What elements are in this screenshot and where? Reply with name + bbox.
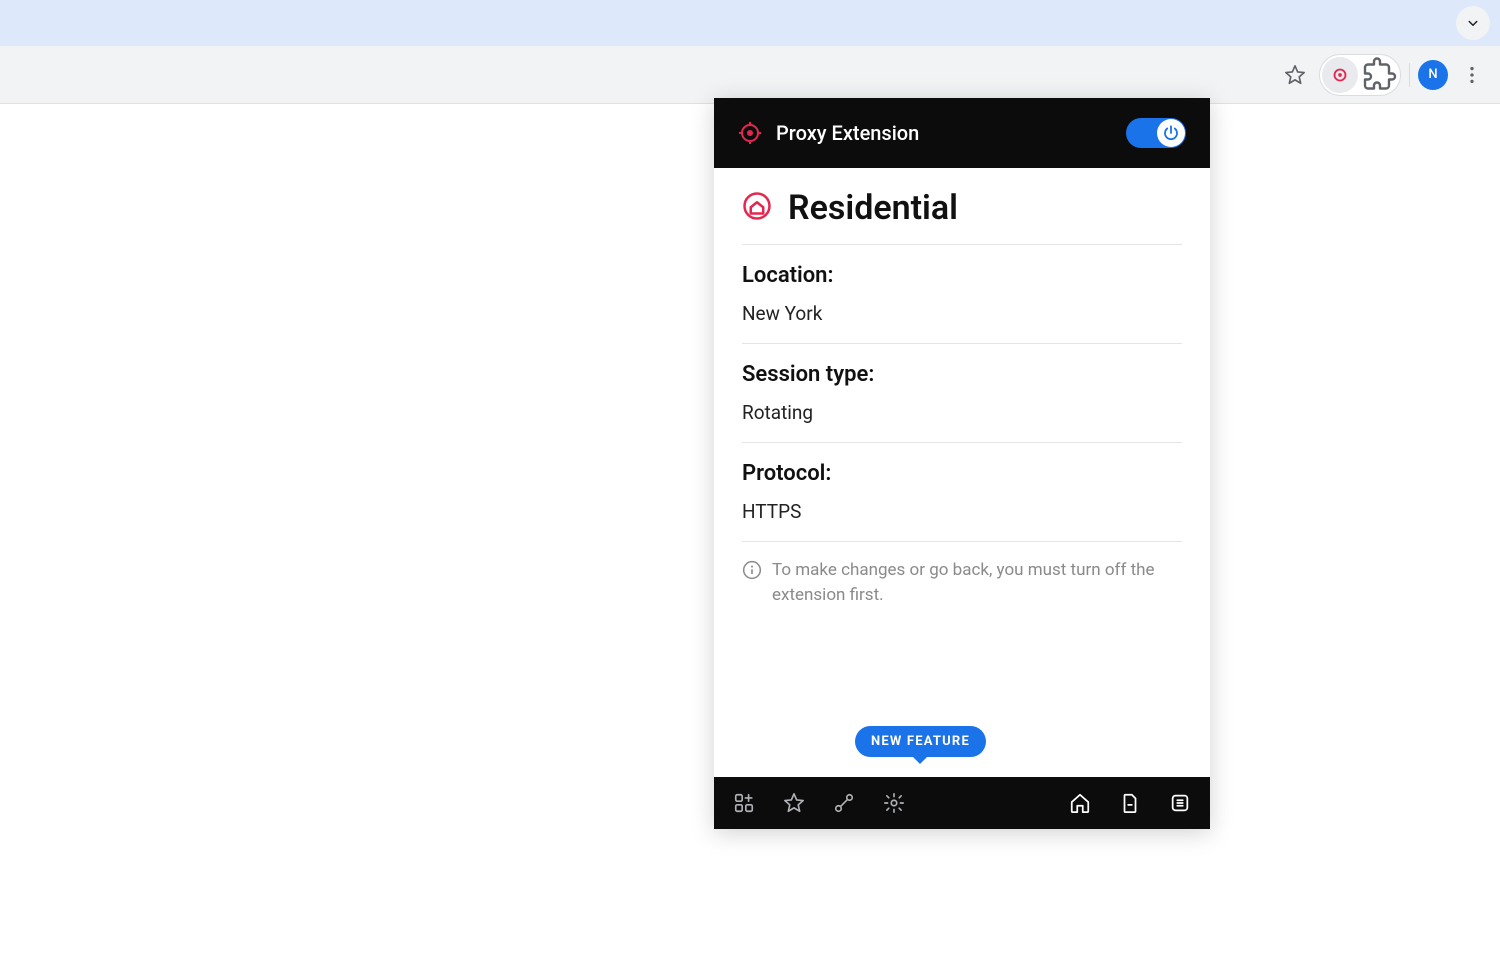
connect-icon: [833, 792, 855, 814]
protocol-label: Protocol:: [742, 461, 1182, 486]
popup-spacer: NEW FEATURE: [742, 607, 1182, 767]
proxy-type-title: Residential: [788, 188, 958, 228]
location-label: Location:: [742, 263, 1182, 288]
file-icon: [1119, 792, 1141, 814]
toggle-knob: [1157, 119, 1185, 147]
popup-body: Residential Location: New York Session t…: [714, 168, 1210, 777]
active-extension-button[interactable]: [1322, 57, 1358, 93]
new-feature-badge: NEW FEATURE: [855, 726, 986, 757]
session-type-label: Session type:: [742, 362, 1182, 387]
session-type-value: Rotating: [742, 401, 1182, 424]
settings-button[interactable]: [882, 791, 906, 815]
proxy-type-row: Residential: [742, 188, 1182, 245]
chevron-down-icon: [1464, 14, 1482, 32]
residential-icon: [742, 191, 772, 225]
footer-right-group: [1068, 791, 1192, 815]
protocol-field: Protocol: HTTPS: [742, 443, 1182, 542]
toolbar-divider: [1409, 63, 1410, 87]
target-icon: [1329, 64, 1351, 86]
info-icon: [742, 560, 762, 607]
apps-button[interactable]: [732, 791, 756, 815]
home-button[interactable]: [1068, 791, 1092, 815]
popup-title: Proxy Extension: [776, 121, 919, 145]
favorite-button[interactable]: [782, 791, 806, 815]
extension-popup: Proxy Extension Residential Location: Ne…: [714, 98, 1210, 829]
brand-icon: [738, 121, 762, 145]
file-button[interactable]: [1118, 791, 1142, 815]
connect-button[interactable]: [832, 791, 856, 815]
info-text: To make changes or go back, you must tur…: [772, 558, 1182, 607]
kebab-icon: [1461, 64, 1483, 86]
browser-tab-strip: [0, 0, 1500, 46]
location-value: New York: [742, 302, 1182, 325]
settings-icon: [883, 792, 905, 814]
info-message: To make changes or go back, you must tur…: [742, 542, 1182, 607]
avatar-initial: N: [1428, 67, 1437, 82]
bookmark-button[interactable]: [1279, 59, 1311, 91]
location-field: Location: New York: [742, 245, 1182, 344]
list-icon: [1169, 792, 1191, 814]
star-outline-icon: [1284, 64, 1306, 86]
extensions-pill: [1319, 54, 1401, 96]
power-icon: [1162, 124, 1180, 142]
extensions-menu-button[interactable]: [1362, 57, 1398, 93]
apps-icon: [733, 792, 755, 814]
browser-toolbar: N: [0, 46, 1500, 104]
home-icon: [1069, 792, 1091, 814]
page-content: Proxy Extension Residential Location: Ne…: [0, 104, 1500, 958]
popup-footer: [714, 777, 1210, 829]
star-icon: [783, 792, 805, 814]
power-toggle[interactable]: [1126, 118, 1186, 148]
list-button[interactable]: [1168, 791, 1192, 815]
kebab-menu-button[interactable]: [1456, 59, 1488, 91]
footer-left-group: [732, 791, 906, 815]
search-tabs-button[interactable]: [1456, 6, 1490, 40]
puzzle-icon: [1362, 57, 1398, 93]
popup-title-wrap: Proxy Extension: [738, 121, 919, 145]
profile-avatar[interactable]: N: [1418, 60, 1448, 90]
protocol-value: HTTPS: [742, 500, 1182, 523]
session-type-field: Session type: Rotating: [742, 344, 1182, 443]
popup-header: Proxy Extension: [714, 98, 1210, 168]
